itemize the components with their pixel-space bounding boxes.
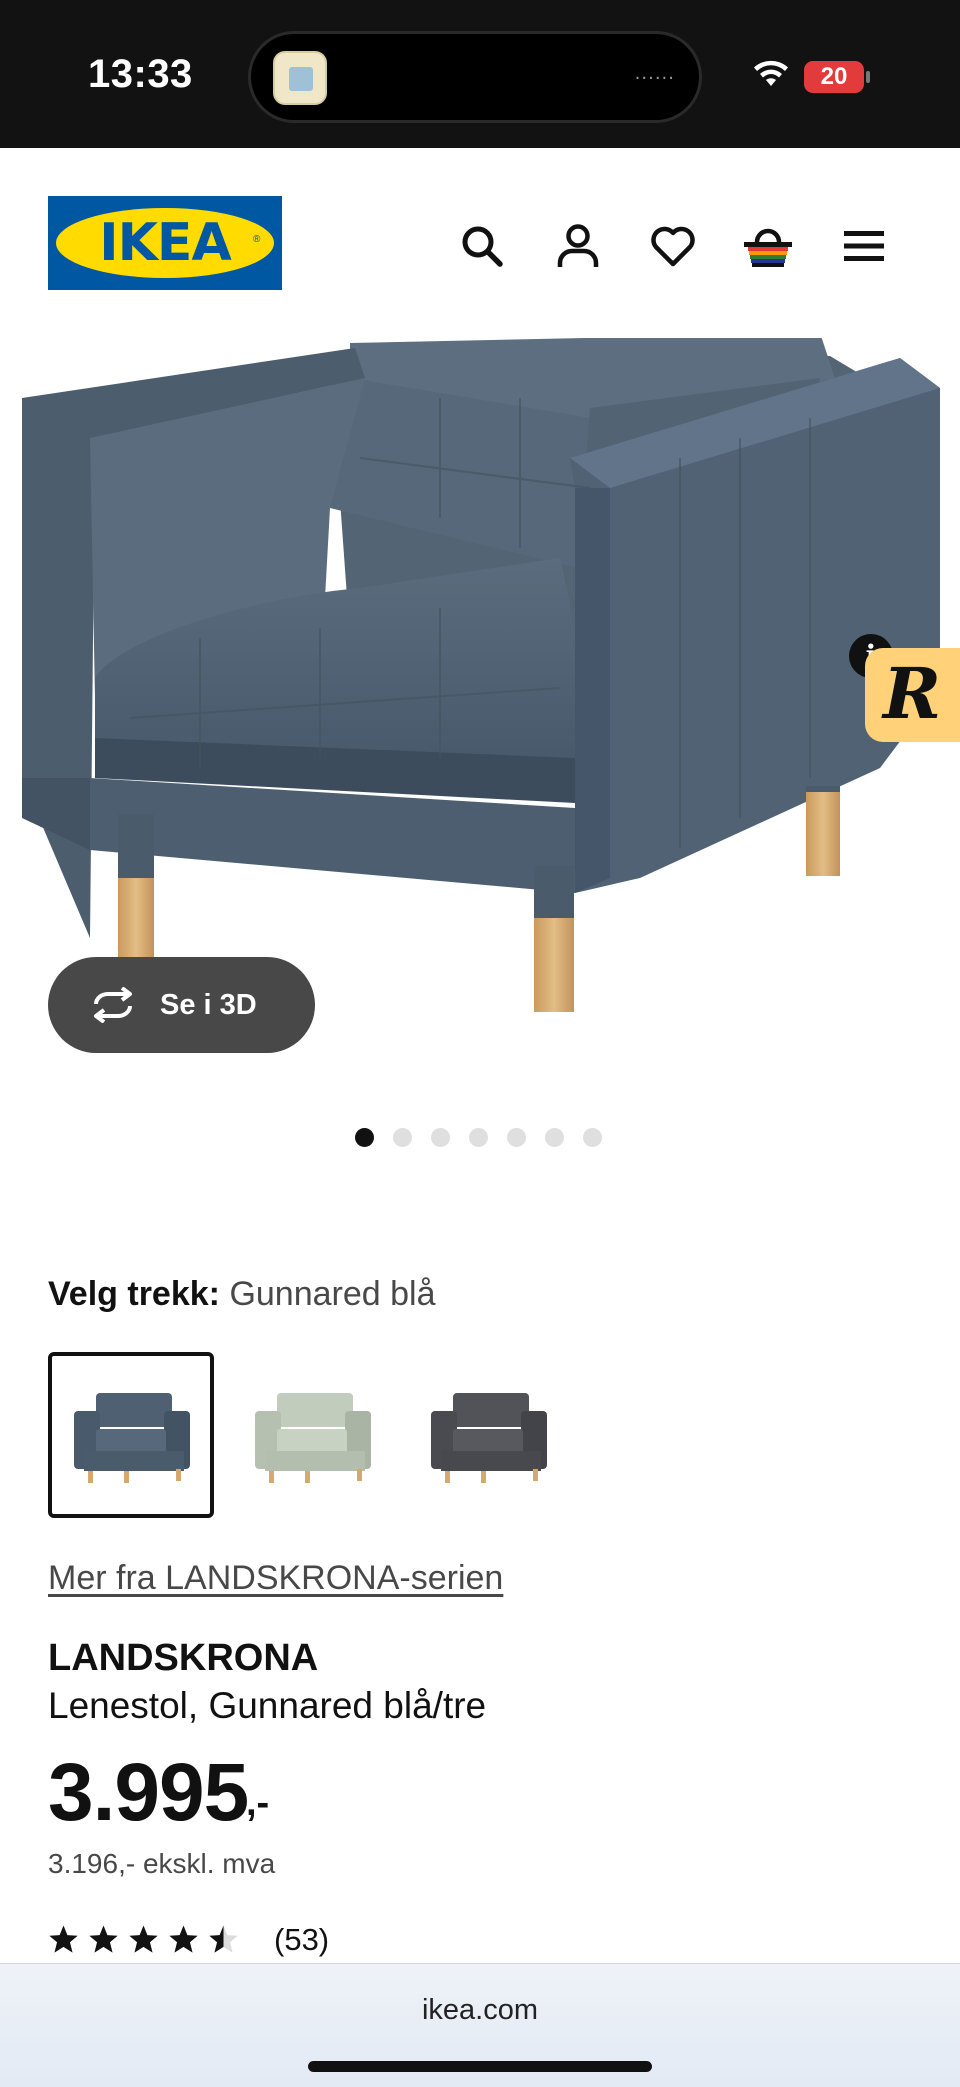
account-icon[interactable] [550, 218, 606, 274]
menu-icon[interactable] [836, 218, 892, 274]
variant-thumbnail [74, 1393, 190, 1483]
battery-tip [866, 71, 870, 83]
gallery-pagination [355, 1128, 602, 1148]
variant-option-light-green[interactable] [229, 1352, 395, 1518]
island-dots: ······ [634, 68, 675, 89]
dynamic-island[interactable]: ······ [248, 31, 702, 123]
wifi-icon [754, 60, 788, 86]
price-suffix: ,- [246, 1782, 270, 1824]
site-header: IKEA ® [0, 148, 960, 338]
battery-level: 20 [804, 61, 864, 93]
gallery-dot[interactable] [507, 1128, 526, 1147]
basket-icon[interactable] [740, 218, 796, 274]
url-text[interactable]: ikea.com [0, 1994, 960, 2027]
star-full-icon [129, 1925, 158, 1953]
logo-registered: ® [253, 234, 261, 245]
series-link[interactable]: Mer fra LANDSKRONA-serien [48, 1559, 503, 1598]
variant-option-dark-grey[interactable] [405, 1352, 571, 1518]
home-indicator[interactable] [308, 2061, 652, 2072]
heart-icon[interactable] [645, 218, 701, 274]
star-full-icon [169, 1925, 198, 1953]
r-badge-widget[interactable]: R [865, 648, 960, 742]
gallery-dot[interactable] [355, 1128, 374, 1147]
star-full-icon [89, 1925, 118, 1953]
r-badge-letter: R [883, 652, 942, 735]
gallery-dot[interactable] [393, 1128, 412, 1147]
rating-stars[interactable] [48, 1924, 239, 1954]
variant-thumbnail [431, 1393, 547, 1483]
gallery-dot[interactable] [545, 1128, 564, 1147]
variant-heading: Velg trekk: Gunnared blå [48, 1275, 435, 1314]
logo-text: IKEA [99, 213, 231, 273]
star-full-icon [49, 1925, 78, 1953]
rotate-3d-icon [94, 987, 132, 1023]
variant-option-gunnared-bla[interactable] [48, 1352, 214, 1518]
variant-value: Gunnared blå [229, 1275, 436, 1313]
ikea-logo[interactable]: IKEA ® [48, 196, 282, 290]
view-3d-button[interactable]: Se i 3D [48, 957, 315, 1053]
star-half-icon [209, 1925, 238, 1953]
status-time: 13:33 [88, 52, 193, 96]
product-description: Lenestol, Gunnared blå/tre [48, 1685, 487, 1726]
gallery-dot[interactable] [469, 1128, 488, 1147]
status-bar: 13:33 ······ 20 [0, 0, 960, 148]
price-ex-vat: 3.196,- ekskl. mva [48, 1848, 276, 1879]
browser-address-bar[interactable]: ikea.com [0, 1963, 960, 2087]
view-3d-label: Se i 3D [160, 988, 257, 1021]
gallery-dot[interactable] [431, 1128, 450, 1147]
variant-thumbnail [255, 1393, 371, 1483]
variant-label: Velg trekk: [48, 1275, 220, 1313]
product-brand: LANDSKRONA [48, 1637, 319, 1679]
review-count[interactable]: (53) [274, 1922, 329, 1958]
gallery-dot[interactable] [583, 1128, 602, 1147]
product-price: 3.995 [48, 1747, 249, 1838]
search-icon[interactable] [454, 218, 510, 274]
island-app-icon [273, 51, 327, 105]
